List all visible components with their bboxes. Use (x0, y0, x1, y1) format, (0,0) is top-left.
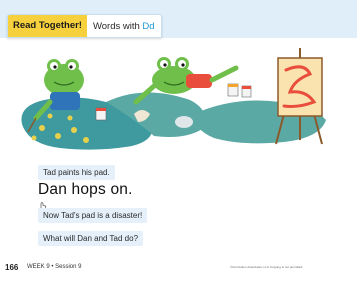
lesson-header: Read Together! Words with Dd (7, 14, 162, 38)
lesson-title-prefix: Words with (92, 20, 143, 32)
read-together-badge: Read Together! (8, 15, 87, 37)
story-line-3: Now Tad's pad is a disaster! (38, 208, 148, 223)
page-footer: 166 WEEK 9 • Session 9 ©Curriculum Assoc… (0, 262, 357, 274)
story-line-1: Tad paints his pad. (38, 165, 115, 180)
lesson-title-letters: Dd (142, 20, 155, 32)
story-line-2: Dan hops on. (38, 181, 133, 198)
page-number: 166 (5, 263, 19, 272)
story-line-4: What will Dan and Tad do? (38, 231, 144, 246)
lesson-title: Words with Dd (87, 21, 161, 32)
week-session: WEEK 9 • Session 9 (27, 264, 82, 270)
copyright-notice: ©Curriculum Associates, LLC Copying is n… (230, 265, 304, 269)
story-illustration (21, 48, 326, 150)
page: Read Together! Words with Dd Tad paints … (0, 0, 357, 286)
